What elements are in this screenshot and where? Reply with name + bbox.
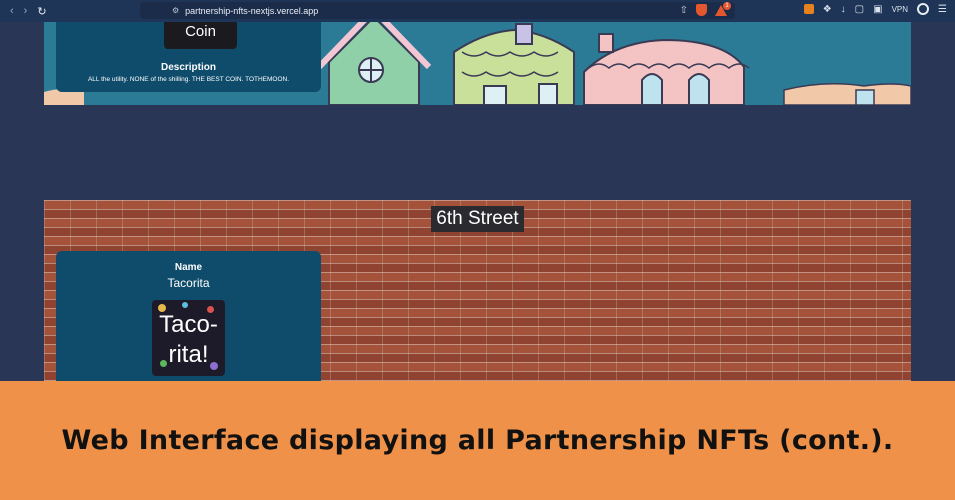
vpn-button[interactable]: VPN [892,5,908,14]
site-settings-icon[interactable]: ⚙ [172,6,179,15]
share-icon[interactable]: ⇧ [680,5,688,16]
address-bar-actions: ⇧ 1 [680,1,731,16]
street-section-6th: 6th Street Name Tacorita Taco- rita! [44,200,911,381]
wallet-icon[interactable]: ▣ [873,4,882,15]
nft-image-text-line2: rita! [168,341,209,368]
address-bar[interactable]: ⚙ partnership-nfts-nextjs.vercel.app ⇧ 1 [140,1,735,19]
rewards-icon[interactable]: 1 [715,1,731,16]
nft-image-text-line1: Taco- [159,311,218,338]
street-title: 6th Street [431,206,524,232]
brave-shield-icon[interactable] [696,4,707,16]
forward-icon[interactable]: › [24,5,28,18]
url-text[interactable]: partnership-nfts-nextjs.vercel.app [185,6,318,16]
metamask-icon[interactable] [803,4,814,14]
nft-image-coin: Coin [164,22,237,49]
name-label: Name [174,262,203,273]
nft-image-text: Coin [185,23,216,40]
nft-image-text: Taco- rita! [152,310,225,370]
nft-image-tacorita: Taco- rita! [152,300,225,376]
description-text: ALL the utility. NONE of the shilling. T… [87,76,290,83]
nft-card-coin: Coin Description ALL the utility. NONE o… [56,22,321,92]
rewards-badge: 1 [723,1,731,10]
nft-card-tacorita: Name Tacorita Taco- rita! [56,251,321,381]
profile-icon[interactable] [917,3,930,15]
back-icon[interactable]: ‹ [10,5,14,18]
street-banner-houses: Coin Description ALL the utility. NONE o… [44,22,911,105]
decor-dot [182,302,188,308]
download-icon[interactable]: ↓ [841,4,846,15]
browser-toolbar: ‹ › ↻ □ ⚙ partnership-nfts-nextjs.vercel… [0,0,955,22]
menu-icon[interactable]: ☰ [938,4,947,15]
extensions-icon[interactable]: ❖ [823,4,832,15]
nft-name: Tacorita [167,276,210,290]
browser-extensions: ❖ ↓ ▢ ▣ VPN ☰ [803,3,947,15]
nav-buttons: ‹ › ↻ [0,5,47,18]
caption-band: Web Interface displaying all Partnership… [0,381,955,500]
sidebar-icon[interactable]: ▢ [855,4,864,15]
description-label: Description [160,62,216,73]
reload-icon[interactable]: ↻ [37,5,46,18]
caption-text: Web Interface displaying all Partnership… [61,425,894,456]
